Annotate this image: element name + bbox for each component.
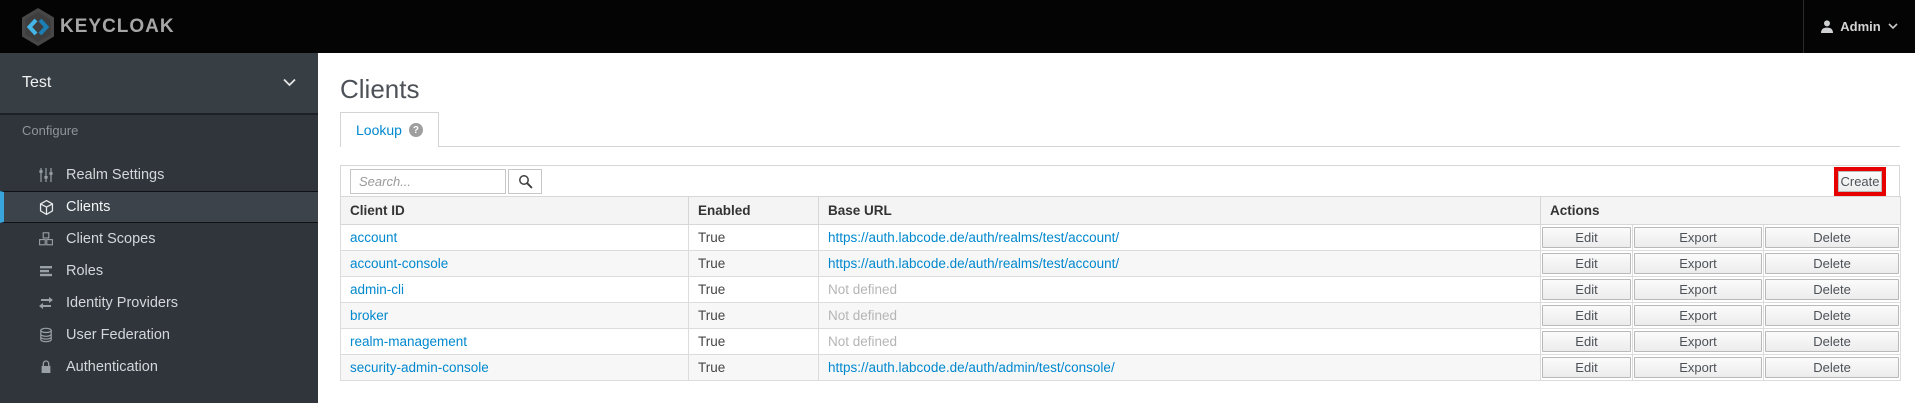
sidebar-item-user-federation[interactable]: User Federation [0,319,318,351]
page-title: Clients [340,74,420,104]
export-button[interactable]: Export [1634,279,1762,300]
sidebar-item-label: Authentication [66,359,158,375]
cubes-icon [38,231,55,248]
sidebar: Test Configure Realm Settings Clients Cl… [0,53,318,403]
keycloak-logo[interactable]: KEYCLOAK [20,0,175,53]
user-menu[interactable]: Admin [1803,0,1915,53]
delete-button[interactable]: Delete [1765,331,1900,352]
sidebar-item-authentication[interactable]: Authentication [0,351,318,383]
user-menu-label: Admin [1840,19,1881,34]
sidebar-section-configure: Configure [22,123,79,138]
export-button[interactable]: Export [1634,253,1762,274]
table-toolbar: Create [340,165,1900,196]
lock-icon [38,359,55,376]
delete-button[interactable]: Delete [1765,227,1900,248]
base-url-not-defined: Not defined [828,308,898,323]
chevron-down-icon [283,78,296,88]
top-navbar: KEYCLOAK Admin [0,0,1915,53]
enabled-value: True [688,224,819,251]
cube-icon [38,199,55,216]
table-row: account-console True https://auth.labcod… [340,250,1902,277]
export-button[interactable]: Export [1634,331,1762,352]
table-row: broker True Not defined Edit Export Dele… [340,302,1902,329]
sidebar-item-client-scopes[interactable]: Client Scopes [0,223,318,255]
keycloak-admin-console: KEYCLOAK Admin Test Configure Realm Sett… [0,0,1915,403]
base-url-link[interactable]: https://auth.labcode.de/auth/admin/test/… [828,360,1115,375]
main-content: Clients Lookup ? Creat [318,53,1915,403]
delete-button[interactable]: Delete [1765,357,1900,378]
column-header-base-url: Base URL [818,196,1541,225]
edit-button[interactable]: Edit [1542,253,1631,274]
sidebar-item-label: Identity Providers [66,295,179,311]
realm-name: Test [22,74,52,91]
search-icon [518,174,533,189]
base-url-link[interactable]: https://auth.labcode.de/auth/realms/test… [828,256,1119,271]
search-input[interactable] [350,169,506,194]
column-header-enabled: Enabled [688,196,819,225]
sidebar-item-realm-settings[interactable]: Realm Settings [0,159,318,191]
search-button[interactable] [508,169,542,194]
edit-button[interactable]: Edit [1542,227,1631,248]
user-icon [1821,20,1834,33]
enabled-value: True [688,276,819,303]
edit-button[interactable]: Edit [1542,279,1631,300]
sidebar-item-label: User Federation [66,327,170,343]
help-icon[interactable]: ? [408,123,423,137]
base-url-link[interactable]: https://auth.labcode.de/auth/realms/test… [828,230,1119,245]
edit-button[interactable]: Edit [1542,305,1631,326]
client-id-link[interactable]: admin-cli [350,282,404,297]
edit-button[interactable]: Edit [1542,331,1631,352]
delete-button[interactable]: Delete [1765,305,1900,326]
create-button-highlight: Create [1834,167,1886,196]
client-id-link[interactable]: account [350,230,397,245]
enabled-value: True [688,354,819,381]
enabled-value: True [688,302,819,329]
sliders-icon [38,167,55,184]
keycloak-logo-text: KEYCLOAK [60,15,175,37]
client-id-link[interactable]: security-admin-console [350,360,489,375]
sidebar-item-roles[interactable]: Roles [0,255,318,287]
sidebar-nav: Realm Settings Clients Client Scopes Rol… [0,159,318,383]
roles-icon [38,263,55,280]
table-row: security-admin-console True https://auth… [340,354,1902,381]
column-header-actions: Actions [1539,196,1902,225]
column-header-client-id: Client ID [340,196,689,225]
enabled-value: True [688,328,819,355]
table-row: account True https://auth.labcode.de/aut… [340,224,1902,251]
tab-lookup-label: Lookup [356,122,402,138]
realm-selector[interactable]: Test [0,53,318,115]
sidebar-item-label: Realm Settings [66,167,165,183]
tab-bar: Lookup ? [340,112,1900,147]
sidebar-item-label: Client Scopes [66,231,156,247]
clients-table: Client ID Enabled Base URL Actions accou… [340,196,1902,381]
sidebar-item-label: Roles [66,263,104,279]
sidebar-item-label: Clients [66,199,111,215]
delete-button[interactable]: Delete [1765,279,1900,300]
table-row: realm-management True Not defined Edit E… [340,328,1902,355]
client-id-link[interactable]: account-console [350,256,448,271]
database-icon [38,327,55,344]
edit-button[interactable]: Edit [1542,357,1631,378]
tab-lookup[interactable]: Lookup ? [340,112,439,147]
export-button[interactable]: Export [1634,305,1762,326]
keycloak-hexagon-icon [20,7,56,47]
create-button[interactable]: Create [1838,171,1882,192]
base-url-not-defined: Not defined [828,334,898,349]
delete-button[interactable]: Delete [1765,253,1900,274]
enabled-value: True [688,250,819,277]
exchange-icon [38,295,55,312]
chevron-down-icon [1888,23,1898,30]
client-id-link[interactable]: broker [350,308,388,323]
sidebar-item-identity-providers[interactable]: Identity Providers [0,287,318,319]
table-row: admin-cli True Not defined Edit Export D… [340,276,1902,303]
base-url-not-defined: Not defined [828,282,898,297]
export-button[interactable]: Export [1634,227,1762,248]
export-button[interactable]: Export [1634,357,1762,378]
table-header-row: Client ID Enabled Base URL Actions [340,196,1902,225]
clients-table-panel: Create Client ID Enabled Base URL Action… [340,165,1902,381]
client-id-link[interactable]: realm-management [350,334,467,349]
sidebar-item-clients[interactable]: Clients [0,191,318,223]
